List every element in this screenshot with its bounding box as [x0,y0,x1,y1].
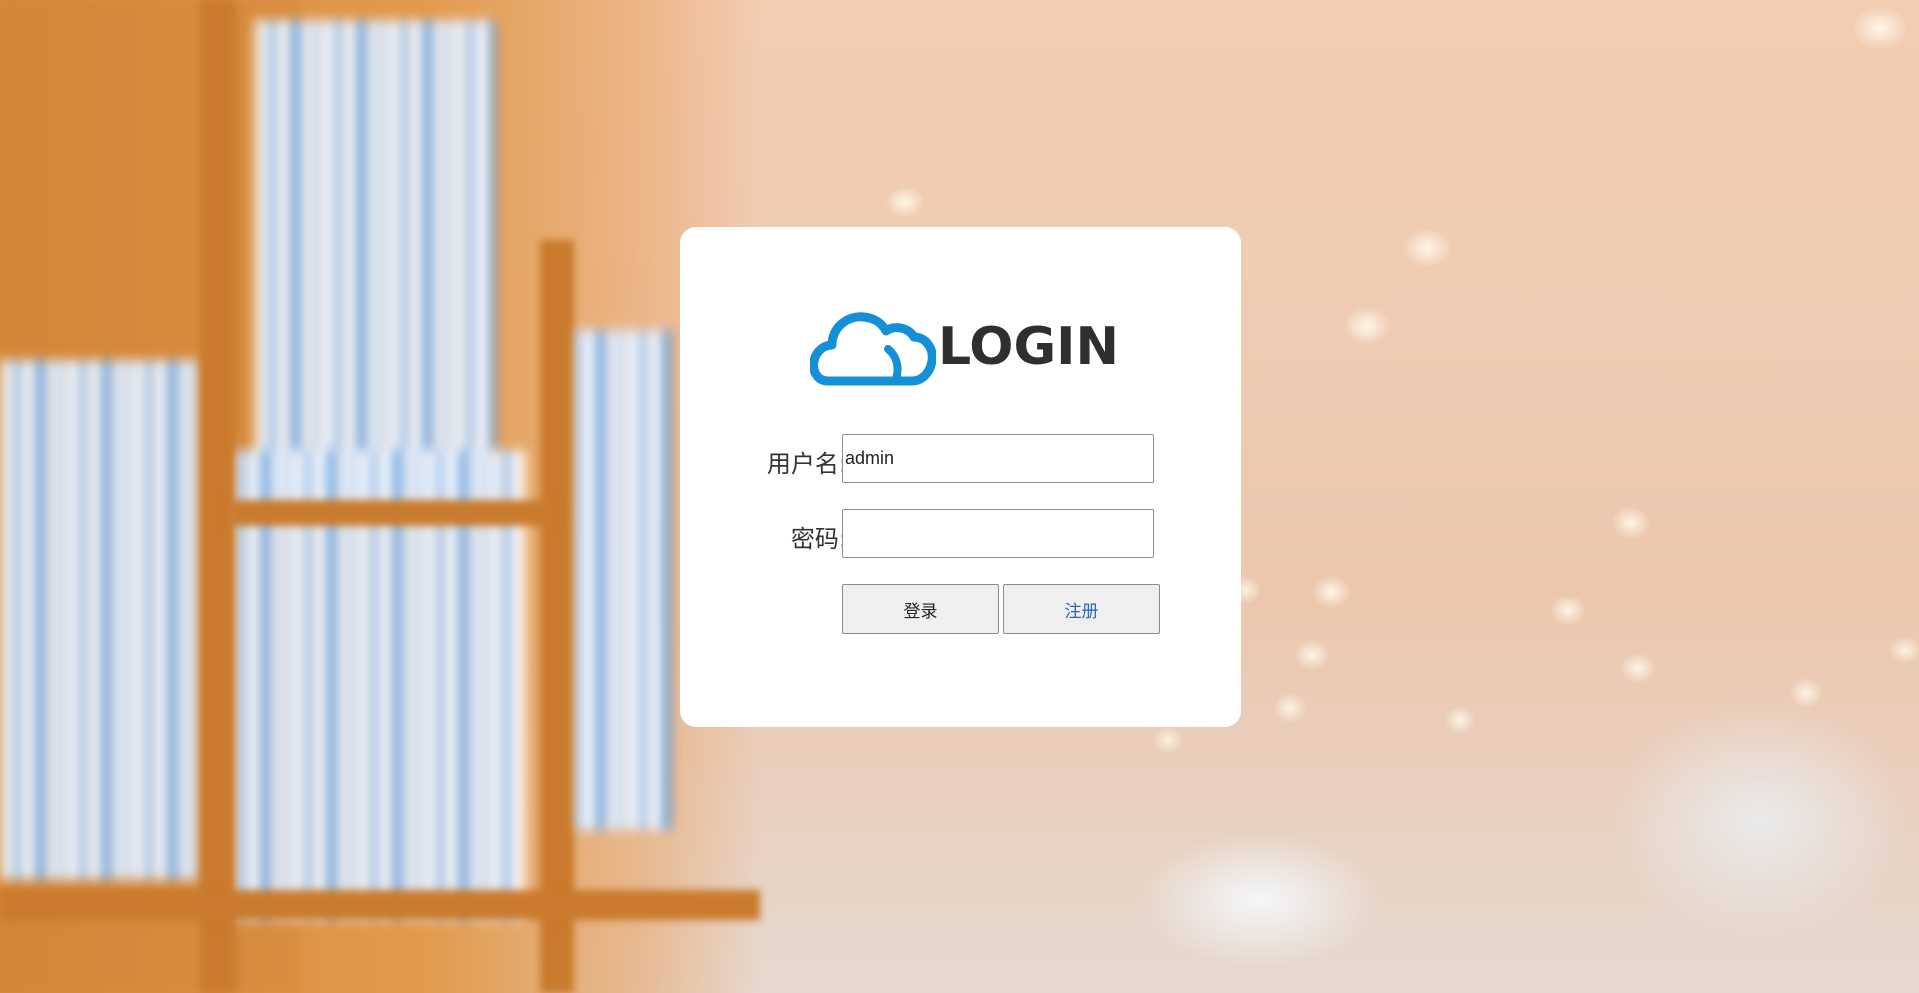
login-card: LOGIN 用户名: 密码: 登录 注册 [680,227,1241,727]
login-logo: LOGIN [810,307,1119,387]
password-row: 密码: [680,509,1241,559]
button-row: 登录 注册 [680,584,1241,634]
register-button[interactable]: 注册 [1003,584,1160,634]
shelf-board [0,890,760,920]
shelf-post [200,0,236,993]
password-label: 密码: [790,525,847,553]
shelf-post [540,240,574,993]
username-label: 用户名: [766,450,847,478]
bookshelf-background [0,0,760,993]
books-left [0,360,200,880]
username-row: 用户名: [680,434,1241,484]
logo-title: LOGIN [938,317,1120,377]
password-input[interactable] [842,509,1154,558]
username-input[interactable] [842,434,1154,483]
books-right [560,330,670,830]
books-upper [255,20,495,500]
shelf-board [230,500,560,526]
login-button[interactable]: 登录 [842,584,999,634]
cloud-icon [810,307,936,387]
